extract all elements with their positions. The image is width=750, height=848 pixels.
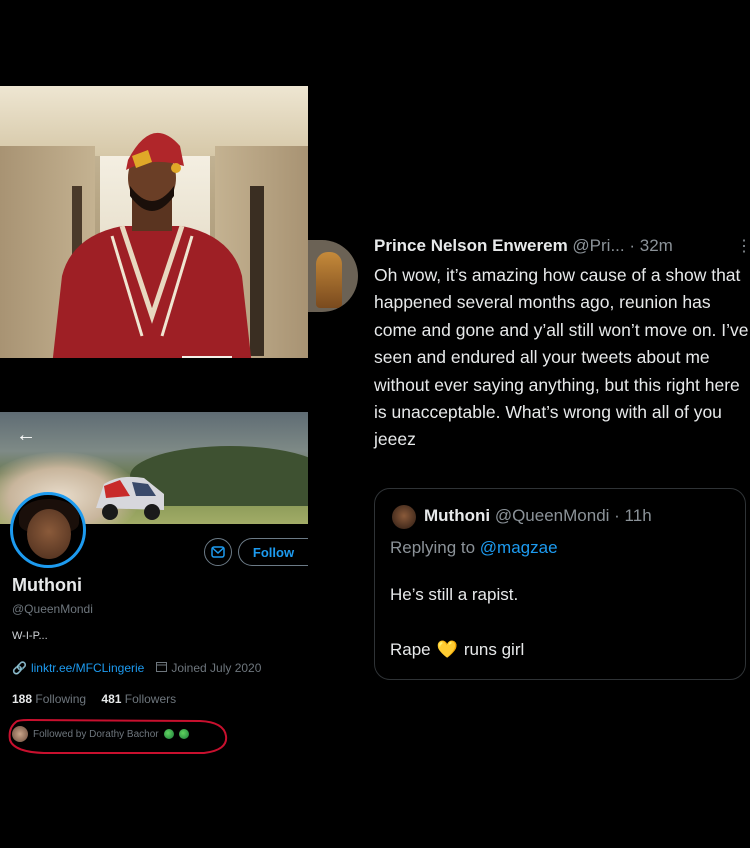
follow-counts: 188 Following 481 Followers xyxy=(12,692,176,706)
header-photo xyxy=(0,86,308,358)
tweet-author-avatar[interactable] xyxy=(308,240,358,312)
replying-to-handle[interactable]: @magzae xyxy=(480,538,558,557)
message-button[interactable] xyxy=(204,538,232,566)
following-count: 188 xyxy=(12,692,33,706)
tweet-text: Oh wow, it’s amazing how cause of a show… xyxy=(374,265,749,450)
replying-to: Replying to @magzae xyxy=(390,538,558,558)
profile-name: Muthoni xyxy=(12,575,82,595)
followers-count: 481 xyxy=(101,692,122,706)
quoted-author-avatar xyxy=(392,505,416,529)
tweet-author-name[interactable]: Prince Nelson Enwerem xyxy=(374,236,568,255)
quoted-text-line2: Rape 💛 runs girl xyxy=(390,640,524,660)
profile-bio: W-I-P... xyxy=(12,630,48,642)
following-label: Following xyxy=(35,692,87,706)
replying-to-prefix: Replying to xyxy=(390,538,476,557)
followers-label: Followers xyxy=(124,692,177,706)
following-link[interactable]: 188 Following xyxy=(12,692,86,706)
quoted-text-line1: He’s still a rapist. xyxy=(390,585,519,604)
quoted-author-name: Muthoni xyxy=(424,506,491,525)
profile-meta: 🔗 linktr.ee/MFCLingerie Joined July 2020 xyxy=(12,661,261,675)
link-icon: 🔗 xyxy=(12,661,27,675)
joined-date: Joined July 2020 xyxy=(171,661,262,675)
tweet-author-handle[interactable]: @Pri... xyxy=(572,236,624,255)
red-annotation-circle xyxy=(8,718,228,754)
envelope-icon xyxy=(211,546,225,558)
quoted-text-line2-b: runs girl xyxy=(463,640,525,659)
quoted-tweet-time: · 11h xyxy=(614,506,652,525)
profile-link[interactable]: linktr.ee/MFCLingerie xyxy=(31,661,144,675)
more-vertical-icon[interactable]: ⋮ xyxy=(736,236,750,256)
follow-button[interactable]: Follow xyxy=(238,538,308,566)
profile-handle: @QueenMondi xyxy=(12,602,93,616)
quoted-tweet-header: Muthoni @QueenMondi · 11h xyxy=(424,506,652,526)
man-in-red-attire-image xyxy=(52,132,252,358)
profile-avatar[interactable] xyxy=(10,492,86,568)
followers-link[interactable]: 481 Followers xyxy=(101,692,176,706)
quoted-author-handle: @QueenMondi xyxy=(494,506,610,525)
yellow-heart-emoji-icon: 💛 xyxy=(436,640,458,659)
tweet-time: · 32m xyxy=(629,236,673,255)
back-arrow-icon[interactable]: ← xyxy=(16,424,36,447)
quoted-text-line2-a: Rape xyxy=(390,640,431,659)
calendar-icon xyxy=(156,661,168,675)
tweet-header: Prince Nelson Enwerem @Pri... · 32m xyxy=(374,236,673,256)
rally-car-image xyxy=(96,476,164,520)
